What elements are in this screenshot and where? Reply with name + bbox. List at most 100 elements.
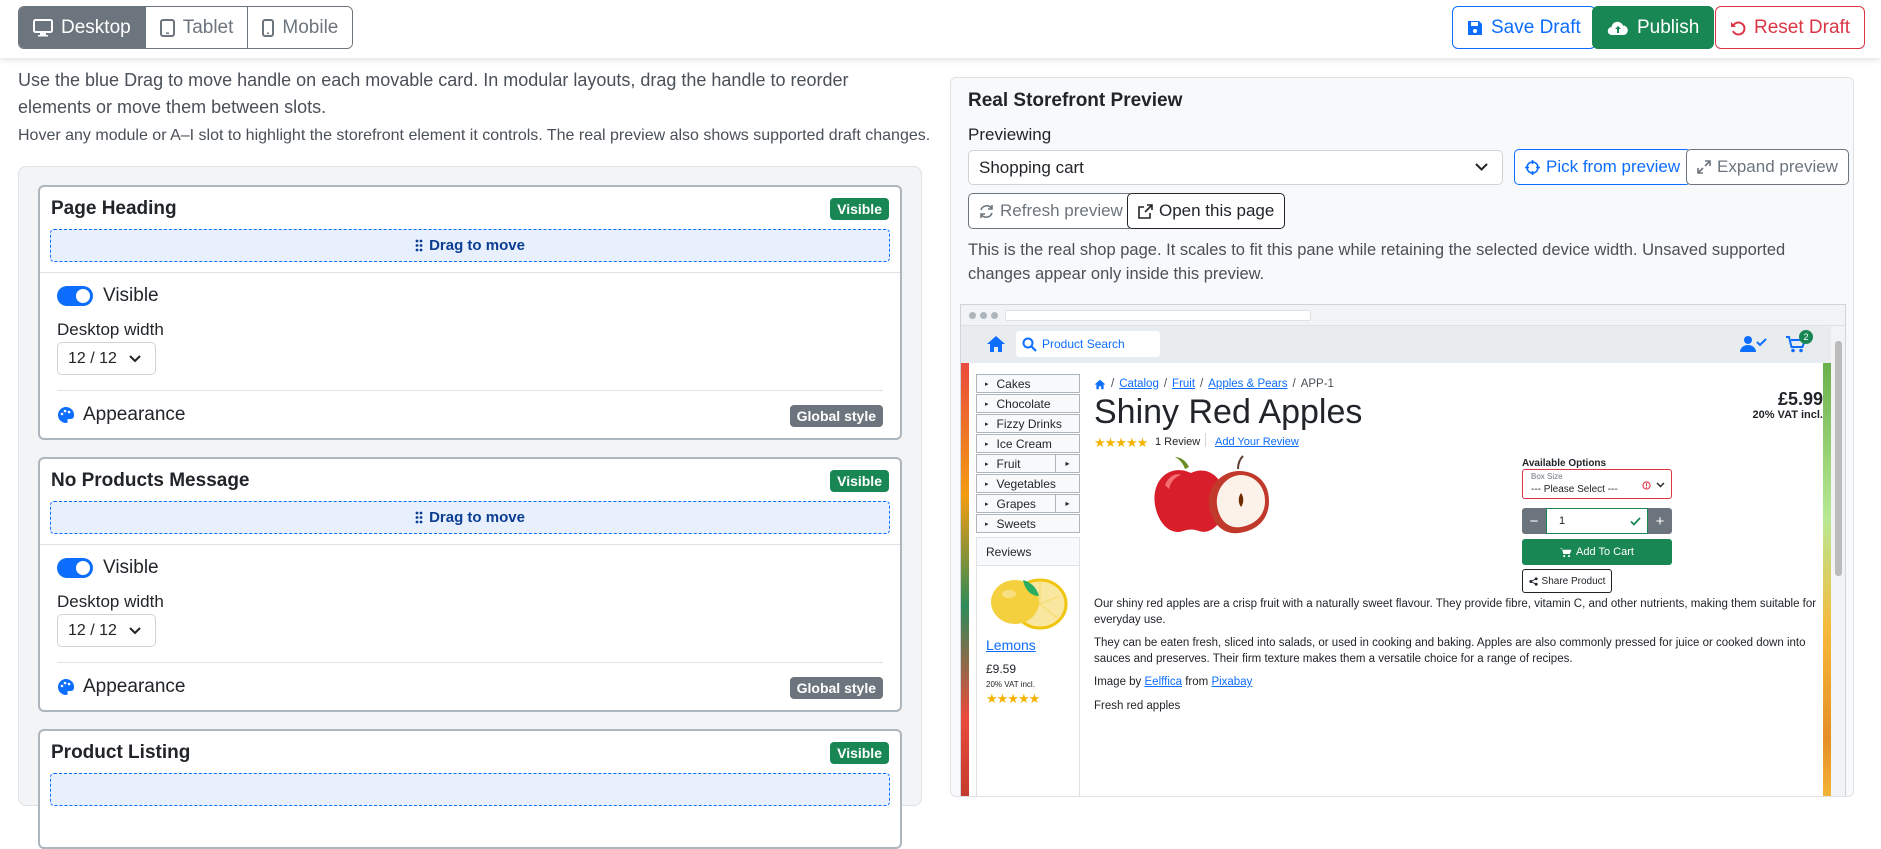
- reset-draft-label: Reset Draft: [1754, 16, 1851, 38]
- submenu-arrow-icon[interactable]: ▸: [1055, 495, 1079, 512]
- box-size-select[interactable]: Box Size --- Please Select ---: [1522, 469, 1672, 499]
- page-select-value: Shopping cart: [979, 157, 1084, 177]
- decrease-quantity-button[interactable]: −: [1522, 508, 1546, 534]
- user-check-icon[interactable]: [1740, 335, 1767, 353]
- device-mobile-button[interactable]: Mobile: [248, 7, 353, 48]
- pick-from-preview-label: Pick from preview: [1546, 157, 1681, 176]
- review-product-vat: 20% VAT incl.: [986, 680, 1035, 689]
- open-page-label: Open this page: [1159, 201, 1275, 220]
- top-toolbar: Desktop Tablet Mobile Save Draft Publish…: [0, 0, 1881, 58]
- divider: [40, 544, 900, 545]
- submenu-arrow-icon[interactable]: ▸: [1055, 455, 1079, 472]
- storefront-frame[interactable]: Product Search 2 ▸ Cakes ▸ Chocolate ▸ Fizz…: [960, 304, 1846, 796]
- appearance-toggle[interactable]: Appearance: [57, 404, 185, 426]
- add-to-cart-button[interactable]: Add To Cart: [1522, 539, 1672, 565]
- drag-handle[interactable]: [50, 773, 890, 806]
- visible-toggle[interactable]: [57, 286, 93, 306]
- product-star-rating: ★★★★★: [1094, 435, 1148, 450]
- category-item[interactable]: ▸ Fruit ▸: [976, 454, 1080, 473]
- preview-description: This is the real shop page. It scales to…: [968, 241, 1786, 283]
- module-card-no-products-message: No Products Message Visible Drag to move…: [38, 457, 902, 712]
- product-search-input[interactable]: Product Search: [1016, 331, 1160, 357]
- divider: [57, 390, 883, 391]
- intro-hover-hint: Hover any module or A–I slot to highligh…: [18, 127, 931, 144]
- reviews-title: Reviews: [977, 538, 1079, 566]
- home-icon[interactable]: [1094, 379, 1106, 390]
- drag-handle[interactable]: Drag to move: [50, 501, 890, 534]
- drag-handle[interactable]: Drag to move: [50, 229, 890, 262]
- preview-scrollbar[interactable]: [1831, 326, 1845, 796]
- appearance-toggle[interactable]: Appearance: [57, 676, 185, 698]
- breadcrumb: / Catalog / Fruit / Apples & Pears / APP-1: [1094, 378, 1334, 390]
- product-description: They can be eaten fresh, sliced into sal…: [1094, 637, 1806, 665]
- category-item[interactable]: ▸ Grapes ▸: [976, 494, 1080, 513]
- check-icon: [1630, 517, 1641, 526]
- open-page-button[interactable]: Open this page: [1127, 193, 1286, 229]
- refresh-preview-label: Refresh preview: [1000, 201, 1123, 220]
- category-label: Fruit: [996, 456, 1021, 471]
- cart-count-badge: 2: [1799, 330, 1813, 344]
- device-tablet-button[interactable]: Tablet: [145, 7, 249, 48]
- refresh-icon: [980, 204, 993, 218]
- share-product-label: Share Product: [1541, 575, 1606, 587]
- review-product-link[interactable]: Lemons: [986, 637, 1036, 653]
- breadcrumb-link[interactable]: Apples & Pears: [1208, 378, 1287, 390]
- page-scrollbar[interactable]: [1864, 0, 1881, 786]
- desktop-width-select[interactable]: 12 / 12: [57, 342, 156, 375]
- category-item[interactable]: ▸ Vegetables: [976, 474, 1080, 493]
- product-image[interactable]: [1151, 455, 1279, 537]
- visible-toggle[interactable]: [57, 558, 93, 578]
- grip-icon: [415, 239, 423, 252]
- palette-icon: [58, 406, 75, 423]
- category-label: Ice Cream: [996, 436, 1052, 451]
- breadcrumb-link[interactable]: Catalog: [1119, 378, 1159, 390]
- page-select[interactable]: Shopping cart: [968, 150, 1503, 185]
- quantity-input[interactable]: 1: [1546, 508, 1648, 534]
- credit-source-link[interactable]: Pixabay: [1211, 676, 1252, 688]
- lemon-image[interactable]: [985, 572, 1071, 632]
- publish-button[interactable]: Publish: [1592, 6, 1715, 49]
- category-item[interactable]: ▸ Chocolate: [976, 394, 1080, 413]
- scrollbar-thumb[interactable]: [1835, 341, 1842, 576]
- credit-prefix: Image by: [1094, 676, 1142, 688]
- chevron-down-icon: [1475, 163, 1488, 171]
- decorative-background-strip: [1823, 363, 1831, 796]
- expand-preview-button[interactable]: Expand preview: [1686, 149, 1849, 185]
- alert-icon: [1642, 481, 1651, 490]
- palette-icon: [58, 678, 75, 695]
- pick-from-preview-button[interactable]: Pick from preview: [1514, 149, 1692, 185]
- home-icon[interactable]: [986, 335, 1006, 353]
- credit-author-link[interactable]: Eelffica: [1145, 676, 1183, 688]
- save-draft-button[interactable]: Save Draft: [1452, 6, 1596, 49]
- divider: [57, 662, 883, 663]
- breadcrumb-link[interactable]: Fruit: [1172, 378, 1195, 390]
- device-tablet-label: Tablet: [182, 16, 234, 38]
- reviews-widget: Reviews Lemons £9.59 20% VAT incl. ★★★★★: [976, 537, 1080, 796]
- increase-quantity-button[interactable]: +: [1648, 508, 1672, 534]
- module-title: Page Heading: [51, 198, 177, 219]
- category-item[interactable]: ▸ Ice Cream: [976, 434, 1080, 453]
- category-label: Fizzy Drinks: [996, 416, 1062, 431]
- decorative-background-strip: [961, 363, 969, 796]
- category-item[interactable]: ▸ Sweets: [976, 514, 1080, 533]
- reset-draft-button[interactable]: Reset Draft: [1715, 6, 1866, 49]
- category-label: Vegetables: [996, 476, 1056, 491]
- module-card-page-heading: Page Heading Visible Drag to move Visibl…: [38, 185, 902, 440]
- quantity-stepper: − 1 +: [1522, 508, 1672, 534]
- window-dot: [980, 312, 987, 319]
- category-label: Grapes: [996, 496, 1036, 511]
- category-item[interactable]: ▸ Cakes: [976, 374, 1080, 393]
- share-product-button[interactable]: Share Product: [1522, 569, 1612, 593]
- publish-label: Publish: [1637, 16, 1700, 38]
- tablet-icon: [159, 18, 175, 37]
- refresh-preview-button[interactable]: Refresh preview: [968, 193, 1134, 229]
- global-style-badge: Global style: [789, 405, 883, 427]
- breadcrumb-current: APP-1: [1300, 378, 1334, 390]
- visible-label: Visible: [103, 285, 159, 306]
- desktop-width-select[interactable]: 12 / 12: [57, 614, 156, 647]
- device-desktop-button[interactable]: Desktop: [19, 7, 146, 48]
- category-item[interactable]: ▸ Fizzy Drinks: [976, 414, 1080, 433]
- review-star-rating: ★★★★★: [986, 691, 1040, 706]
- add-review-link[interactable]: Add Your Review: [1215, 436, 1299, 448]
- review-product-price: £9.59: [986, 662, 1017, 676]
